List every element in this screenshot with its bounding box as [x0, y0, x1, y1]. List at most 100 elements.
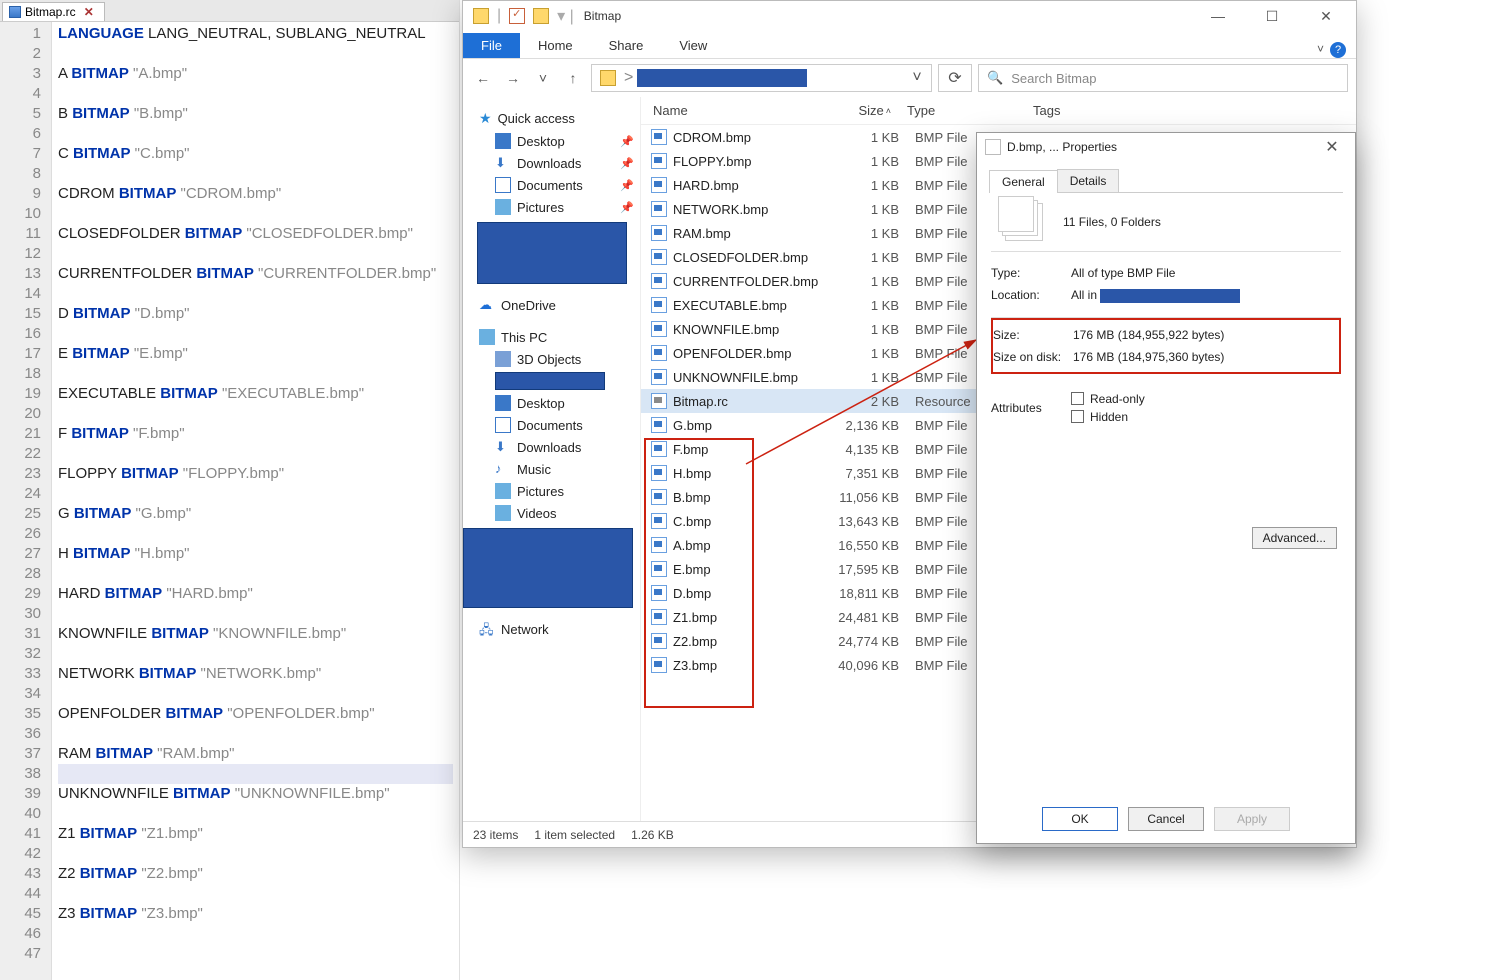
sidebar-item-music[interactable]: ♪Music: [477, 458, 640, 480]
sidebar-item-this-pc[interactable]: This PC: [477, 326, 640, 348]
ribbon-tab-file[interactable]: File: [463, 33, 520, 58]
sidebar-item-pictures[interactable]: Pictures📌: [477, 196, 640, 218]
file-icon: [651, 249, 667, 265]
col-header-name[interactable]: Name: [641, 103, 817, 118]
file-size: 7,351 KB: [825, 466, 907, 481]
file-size: 1 KB: [825, 346, 907, 361]
line-number-gutter: 1234567891011121314151617181920212223242…: [0, 22, 52, 980]
summary-text: 11 Files, 0 Folders: [1063, 215, 1161, 229]
desktop-icon: [495, 133, 511, 149]
cloud-icon: ☁: [479, 297, 495, 313]
address-dropdown-icon[interactable]: ˅: [907, 69, 927, 87]
file-size: 40,096 KB: [825, 658, 907, 673]
ribbon-expand[interactable]: ˅?: [1307, 42, 1356, 58]
value-size-on-disk: 176 MB (184,975,360 bytes): [1073, 350, 1339, 364]
sidebar-item-downloads[interactable]: ⬇Downloads📌: [477, 152, 640, 174]
editor-tab-label: Bitmap.rc: [25, 5, 76, 19]
sidebar-item-documents[interactable]: Documents📌: [477, 174, 640, 196]
nav-row: ← → ˅ ↑ > ˅ ⟳ 🔍 Search Bitmap: [463, 59, 1356, 97]
file-size: 1 KB: [825, 298, 907, 313]
value-location: All in: [1071, 288, 1341, 303]
nav-forward-button[interactable]: →: [501, 66, 525, 90]
file-icon: [651, 321, 667, 337]
explorer-titlebar[interactable]: | ▾ | Bitmap — ☐ ✕: [463, 1, 1356, 31]
check-icon: [509, 8, 525, 24]
col-header-type[interactable]: Type: [899, 103, 1025, 118]
file-name: CDROM.bmp: [673, 130, 825, 145]
editor-tab-bitmap-rc[interactable]: Bitmap.rc ✕: [2, 2, 105, 21]
sidebar-item-network[interactable]: 🖧Network: [477, 618, 640, 640]
sidebar-item-desktop[interactable]: Desktop📌: [477, 130, 640, 152]
sidebar-item-videos[interactable]: Videos: [477, 502, 640, 524]
file-icon: [651, 489, 667, 505]
close-button[interactable]: ✕: [1317, 137, 1347, 157]
checkbox-readonly[interactable]: Read-only: [1071, 392, 1341, 406]
code-editor-pane: Bitmap.rc ✕ 1234567891011121314151617181…: [0, 0, 460, 980]
file-size: 2 KB: [825, 394, 907, 409]
ribbon-tab-view[interactable]: View: [661, 33, 725, 58]
ribbon-tab-home[interactable]: Home: [520, 33, 591, 58]
minimize-button[interactable]: —: [1200, 5, 1236, 27]
sidebar-item-3d-objects[interactable]: 3D Objects: [477, 348, 640, 370]
tab-details[interactable]: Details: [1057, 169, 1120, 192]
checkbox-hidden[interactable]: Hidden: [1071, 410, 1341, 424]
file-name: NETWORK.bmp: [673, 202, 825, 217]
nav-up-button[interactable]: ↑: [561, 66, 585, 90]
file-name: A.bmp: [673, 538, 825, 553]
file-name: H.bmp: [673, 466, 825, 481]
pin-icon: 📌: [620, 201, 634, 214]
close-tab-icon[interactable]: ✕: [84, 5, 94, 19]
help-icon[interactable]: ?: [1330, 42, 1346, 58]
document-icon: [495, 177, 511, 193]
file-size: 18,811 KB: [825, 586, 907, 601]
sidebar-item-quick-access[interactable]: ★Quick access: [477, 107, 640, 130]
picture-icon: [495, 199, 511, 215]
col-header-size[interactable]: Size˄: [817, 103, 899, 118]
network-icon: 🖧: [479, 621, 495, 637]
file-icon: [651, 441, 667, 457]
column-headers[interactable]: Name Size˄ Type Tags: [641, 97, 1356, 125]
file-name: Z2.bmp: [673, 634, 825, 649]
ok-button[interactable]: OK: [1042, 807, 1118, 831]
redacted-block: [477, 222, 627, 284]
file-size: 24,774 KB: [825, 634, 907, 649]
redacted-path: [637, 69, 807, 87]
refresh-button[interactable]: ⟳: [938, 64, 972, 92]
file-icon: [651, 153, 667, 169]
checkbox-icon: [1071, 392, 1084, 405]
file-name: CLOSEDFOLDER.bmp: [673, 250, 825, 265]
ribbon-tab-share[interactable]: Share: [591, 33, 662, 58]
annotation-box: Size:176 MB (184,955,922 bytes) Size on …: [991, 318, 1341, 374]
label-type: Type:: [991, 266, 1071, 280]
download-icon: ⬇: [495, 155, 511, 171]
sidebar-item-pictures-pc[interactable]: Pictures: [477, 480, 640, 502]
nav-back-button[interactable]: ←: [471, 66, 495, 90]
code-area[interactable]: 1234567891011121314151617181920212223242…: [0, 22, 459, 980]
nav-recent-button[interactable]: ˅: [531, 66, 555, 90]
file-name: Bitmap.rc: [673, 394, 825, 409]
cancel-button[interactable]: Cancel: [1128, 807, 1204, 831]
sidebar-item-documents-pc[interactable]: Documents: [477, 414, 640, 436]
sidebar-item-downloads-pc[interactable]: ⬇Downloads: [477, 436, 640, 458]
file-name: F.bmp: [673, 442, 825, 457]
file-name: E.bmp: [673, 562, 825, 577]
folder-icon: [473, 8, 489, 24]
maximize-button[interactable]: ☐: [1254, 5, 1290, 27]
sidebar-item-desktop-pc[interactable]: Desktop: [477, 392, 640, 414]
value-size: 176 MB (184,955,922 bytes): [1073, 328, 1339, 342]
tab-general[interactable]: General: [989, 170, 1058, 193]
status-sel-size: 1.26 KB: [631, 828, 674, 842]
folder-icon: [533, 8, 549, 24]
file-size: 24,481 KB: [825, 610, 907, 625]
search-input[interactable]: 🔍 Search Bitmap: [978, 64, 1348, 92]
apply-button[interactable]: Apply: [1214, 807, 1290, 831]
col-header-tags[interactable]: Tags: [1025, 103, 1356, 118]
file-icon: [651, 513, 667, 529]
code-content[interactable]: LANGUAGE LANG_NEUTRAL, SUBLANG_NEUTRAL A…: [52, 22, 459, 980]
sidebar-item-onedrive[interactable]: ☁OneDrive: [477, 294, 640, 316]
sidebar-nav[interactable]: ★Quick access Desktop📌 ⬇Downloads📌 Docum…: [463, 97, 641, 821]
address-bar[interactable]: > ˅: [591, 64, 932, 92]
properties-titlebar[interactable]: D.bmp, ... Properties ✕: [977, 133, 1355, 161]
advanced-button[interactable]: Advanced...: [1252, 527, 1337, 549]
close-button[interactable]: ✕: [1308, 5, 1344, 27]
